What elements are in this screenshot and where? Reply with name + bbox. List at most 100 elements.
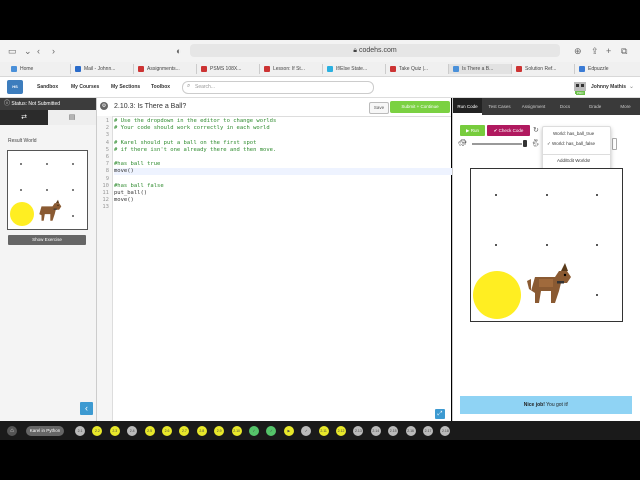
code-line[interactable]: move() <box>114 168 452 176</box>
lesson-dot[interactable]: 2.7 <box>179 426 190 436</box>
codehs-logo[interactable]: HS <box>7 80 23 94</box>
lesson-dot[interactable]: 2.12 <box>336 426 346 436</box>
lesson-dot[interactable]: 2.16 <box>405 426 416 436</box>
collapse-panel-button[interactable]: ‹ <box>80 402 93 415</box>
tab-more[interactable]: More <box>610 98 640 115</box>
browser-tab[interactable]: Edpuzzle <box>574 64 637 74</box>
nav-my-courses[interactable]: My Courses <box>71 84 99 90</box>
line-number: 6 <box>105 154 109 160</box>
tortoise-icon: 🐢︎ <box>458 140 467 147</box>
nav-my-sections[interactable]: My Sections <box>111 84 140 90</box>
slider-thumb[interactable] <box>523 140 527 147</box>
app-header: HS Sandbox My Courses My Sections Toolbo… <box>0 77 640 98</box>
tab-code-icon[interactable]: ⇄ <box>0 110 48 125</box>
save-button[interactable]: Save <box>369 102 389 114</box>
code-line[interactable]: # Your code should work correctly in eac… <box>114 125 270 132</box>
tab-favicon-icon <box>327 65 333 72</box>
lesson-dot[interactable]: 2.18 <box>440 426 451 436</box>
tab-label: Assignments... <box>147 66 180 72</box>
tab-overview-icon[interactable]: ⧉ <box>621 46 627 56</box>
forward-icon[interactable]: › <box>52 46 55 56</box>
lesson-dot[interactable]: 2.8 <box>196 426 207 436</box>
sidebar-toggle-icon[interactable]: ▭ <box>8 46 17 56</box>
nav-sandbox[interactable]: Sandbox <box>37 84 58 90</box>
tab-label: Solution Ref... <box>525 66 557 72</box>
code-line[interactable]: #has ball true <box>114 161 160 168</box>
lesson-dot[interactable]: ▶ <box>283 426 294 436</box>
browser-tab[interactable]: Take Quiz |... <box>385 64 448 74</box>
lesson-dot[interactable]: 2.2 <box>92 426 103 436</box>
tab-label: Mail - Johnn... <box>84 66 116 72</box>
submit-continue-button[interactable]: Submit + Continue <box>390 101 450 113</box>
run-button[interactable]: ▶ Run <box>460 125 485 136</box>
browser-tab[interactable]: PSMS 108X... <box>196 64 259 74</box>
download-icon[interactable]: ⊕ <box>574 46 582 56</box>
browser-tab[interactable]: Mail - Johnn... <box>70 64 133 74</box>
expand-icon[interactable]: ⤢ <box>435 409 445 419</box>
left-panel: ⓘ Status: Not Submitted ⇄ ▤ Result World… <box>0 98 97 421</box>
tab-label: PSMS 108X... <box>210 66 242 72</box>
browser-tab[interactable]: Home <box>7 64 69 74</box>
check-code-button[interactable]: ✔ Check Code <box>487 125 530 136</box>
right-tabs: Run Code Test Cases Assignment Docs Grad… <box>453 98 640 115</box>
dropdown-scroll-handle[interactable] <box>612 138 617 150</box>
code-line[interactable]: move() <box>114 197 134 204</box>
browser-tab[interactable]: Is There a B... <box>448 64 511 74</box>
gear-icon[interactable]: ⚙ <box>100 102 108 110</box>
user-name[interactable]: Johnny Mathis <box>591 84 626 90</box>
progress-bar: ⌂ Karel in Python 2.1 2.2 2.3 2.4 2.5 2.6 2.7 2… <box>0 421 640 440</box>
add-edit-worlds-item[interactable]: Add/Edit Worlds! <box>557 158 590 163</box>
tab-grade[interactable]: Grade <box>580 98 610 115</box>
right-panel: Run Code Test Cases Assignment Docs Grad… <box>452 98 640 421</box>
code-line[interactable]: # Use the dropdown in the editor to chan… <box>114 118 276 125</box>
code-line[interactable]: put_ball() <box>114 190 147 197</box>
lesson-dot[interactable]: 2.4 <box>127 426 138 436</box>
world-option-true[interactable]: World: has_ball_true <box>547 131 594 136</box>
code-line[interactable]: # Karel should put a ball on the first s… <box>114 140 256 147</box>
browser-tab[interactable]: Lesson: If St... <box>259 64 322 74</box>
share-icon[interactable]: ⇪ <box>591 46 599 56</box>
browser-tab[interactable]: Assignments... <box>133 64 196 74</box>
tab-test-cases[interactable]: Test Cases <box>482 98 517 115</box>
tab-favicon-icon <box>201 65 207 72</box>
lesson-dot[interactable]: ✓ <box>249 426 259 436</box>
show-exercise-button[interactable]: Show Exercise <box>8 235 86 245</box>
code-line[interactable]: #has ball false <box>114 183 164 190</box>
search-input[interactable]: ⌕ Search... <box>182 81 374 94</box>
speed-slider[interactable]: 🐢︎ 🐇︎ <box>458 139 540 149</box>
tab-run-code[interactable]: Run Code <box>453 98 482 115</box>
tab-assignment[interactable]: Assignment <box>517 98 550 115</box>
lesson-dot[interactable]: ✓ <box>301 426 312 436</box>
course-pill[interactable]: Karel in Python <box>26 426 64 436</box>
tab-docs[interactable]: Docs <box>550 98 580 115</box>
chevron-down-icon[interactable]: ⌄ <box>24 46 32 56</box>
lesson-dot[interactable]: 2.15 <box>388 426 399 436</box>
lesson-dot[interactable]: 2.5 <box>144 426 155 436</box>
browser-tab[interactable]: If/Else State... <box>322 64 385 74</box>
tab-calendar-icon[interactable]: ▤ <box>48 110 96 125</box>
address-bar[interactable]: 🔒︎ codehs.com <box>190 44 560 57</box>
new-tab-icon[interactable]: + <box>606 46 611 56</box>
nav-toolbox[interactable]: Toolbox <box>151 84 170 90</box>
lesson-dot[interactable]: ✓ <box>266 426 277 436</box>
reset-icon[interactable]: ↻ <box>533 126 539 134</box>
lesson-dot[interactable]: 2.1 <box>75 426 85 436</box>
shield-icon[interactable]: ◐ <box>176 46 181 56</box>
chevron-down-icon[interactable]: ⌄ <box>629 83 634 90</box>
tab-favicon-icon <box>390 65 396 72</box>
lesson-dot[interactable]: 2.13 <box>353 426 364 436</box>
lesson-dot[interactable]: 2.14 <box>370 426 381 436</box>
lesson-dot[interactable]: 2.9 <box>214 426 225 436</box>
code-line[interactable]: # if there isn't one already there and t… <box>114 147 276 154</box>
lesson-dot[interactable]: 2.3 <box>109 426 120 436</box>
world-option-false[interactable]: ✓ World: has_ball_false <box>547 141 595 147</box>
browser-tab[interactable]: Solution Ref... <box>511 64 574 74</box>
lesson-dot[interactable]: 2.17 <box>423 426 433 436</box>
tab-favicon-icon <box>75 65 81 72</box>
home-icon[interactable]: ⌂ <box>7 426 17 436</box>
lesson-dot[interactable]: 2.11 <box>318 426 329 436</box>
back-icon[interactable]: ‹ <box>37 46 40 56</box>
lesson-dot[interactable]: 2.10 <box>231 426 242 436</box>
tab-favicon-icon <box>138 65 144 72</box>
lesson-dot[interactable]: 2.6 <box>162 426 172 436</box>
